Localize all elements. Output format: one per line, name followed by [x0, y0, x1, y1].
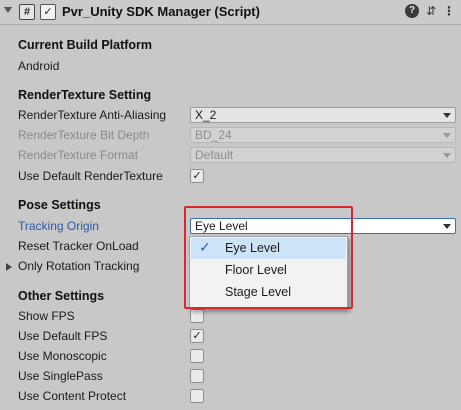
use-content-protect-checkbox[interactable]: [190, 389, 204, 403]
show-fps-label: Show FPS: [18, 309, 75, 323]
tracking-origin-value: Eye Level: [195, 219, 248, 233]
texture-format-label: RenderTexture Format: [18, 148, 139, 162]
anti-aliasing-dropdown[interactable]: X_2: [190, 107, 456, 123]
use-default-fps-checkbox[interactable]: ✓: [190, 329, 204, 343]
texture-format-dropdown: Default: [190, 147, 456, 163]
chevron-down-icon: [443, 133, 451, 138]
use-default-rendertexture-label: Use Default RenderTexture: [18, 169, 163, 183]
use-default-fps-label: Use Default FPS: [18, 329, 108, 343]
bit-depth-label: RenderTexture Bit Depth: [18, 128, 150, 142]
use-monoscopic-checkbox[interactable]: [190, 349, 204, 363]
chevron-down-icon: [443, 153, 451, 158]
component-header: # ✓ Pvr_Unity SDK Manager (Script) ? ⇵ ⋮: [0, 0, 461, 25]
foldout-arrow-icon[interactable]: [4, 7, 12, 13]
menu-item-label: Eye Level: [225, 241, 280, 255]
other-settings-heading: Other Settings: [18, 289, 105, 303]
chevron-down-icon: [443, 113, 451, 118]
anti-aliasing-value: X_2: [195, 108, 217, 122]
bit-depth-dropdown: BD_24: [190, 127, 456, 143]
tracking-origin-menu: ✓ Eye Level Floor Level Stage Level: [189, 236, 348, 309]
use-singlepass-label: Use SinglePass: [18, 369, 103, 383]
menu-item-label: Stage Level: [225, 285, 292, 299]
build-platform-value: Android: [18, 59, 60, 73]
use-monoscopic-label: Use Monoscopic: [18, 349, 107, 363]
pose-settings-heading: Pose Settings: [18, 198, 101, 212]
menu-item-label: Floor Level: [225, 263, 287, 277]
tracking-origin-label: Tracking Origin: [18, 219, 99, 233]
menu-item-floor-level[interactable]: Floor Level: [191, 260, 346, 281]
use-content-protect-label: Use Content Protect: [18, 389, 127, 403]
component-title: Pvr_Unity SDK Manager (Script): [62, 4, 260, 19]
context-menu-icon[interactable]: ⋮: [442, 4, 456, 18]
render-texture-heading: RenderTexture Setting: [18, 88, 152, 102]
build-platform-heading: Current Build Platform: [18, 38, 153, 52]
script-icon: #: [19, 4, 35, 20]
reset-tracker-label: Reset Tracker OnLoad: [18, 239, 139, 253]
texture-format-value: Default: [195, 148, 234, 162]
component-enabled-checkbox[interactable]: ✓: [40, 4, 56, 20]
help-icon[interactable]: ?: [405, 4, 419, 18]
menu-item-eye-level[interactable]: ✓ Eye Level: [191, 238, 346, 259]
bit-depth-value: BD_24: [195, 128, 232, 142]
rotation-only-label: Only Rotation Tracking: [18, 259, 140, 273]
foldout-arrow-icon[interactable]: [6, 263, 12, 271]
preset-icon[interactable]: ⇵: [424, 4, 438, 18]
menu-item-stage-level[interactable]: Stage Level: [191, 282, 346, 303]
chevron-down-icon: [443, 224, 451, 229]
use-singlepass-checkbox[interactable]: [190, 369, 204, 383]
use-default-rendertexture-checkbox[interactable]: ✓: [190, 169, 204, 183]
show-fps-checkbox[interactable]: [190, 309, 204, 323]
tracking-origin-dropdown[interactable]: Eye Level: [190, 218, 456, 234]
checkmark-icon: ✓: [199, 239, 211, 255]
anti-aliasing-label: RenderTexture Anti-Aliasing: [18, 108, 167, 122]
